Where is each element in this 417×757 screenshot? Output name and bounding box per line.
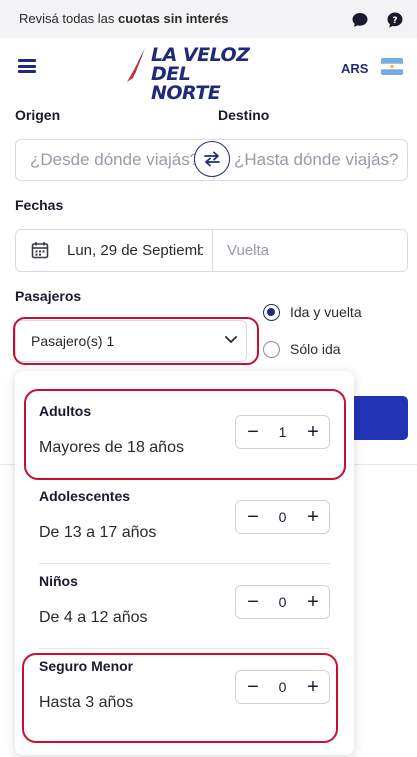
stepper-value: 0: [278, 594, 287, 610]
stepper-value: 0: [278, 679, 287, 695]
logo-line-2: DEL NORTE: [151, 63, 221, 104]
increment-button[interactable]: +: [298, 586, 328, 618]
argentina-flag-icon[interactable]: [381, 58, 403, 75]
radio-round-trip-label: Ida y vuelta: [290, 304, 362, 320]
passenger-type-subtitle: Hasta 3 años: [39, 694, 134, 711]
promo-bar: Revisá todas las cuotas sin interés ?: [0, 0, 417, 38]
decrement-button[interactable]: −: [238, 671, 268, 703]
departure-date-input[interactable]: Lun, 29 de Septiembre: [67, 230, 203, 271]
swap-route-button[interactable]: [194, 141, 230, 177]
infant-insurance-stepper: − 0 +: [235, 670, 330, 704]
return-date-input[interactable]: Vuelta: [227, 230, 269, 271]
trip-option-oneway[interactable]: Sólo ida: [263, 339, 341, 359]
radio-round-trip[interactable]: [263, 303, 280, 321]
chevron-down-icon: [225, 336, 237, 343]
teens-stepper: − 0 +: [235, 500, 330, 534]
logo-mark-icon: [127, 48, 145, 82]
destination-input[interactable]: ¿Hasta dónde viajás?: [234, 140, 402, 180]
currency-selector[interactable]: ARS: [341, 61, 368, 76]
passenger-type-subtitle: Mayores de 18 años: [39, 439, 184, 456]
stepper-value: 1: [278, 424, 287, 440]
origin-label: Origen: [15, 107, 61, 123]
decrement-button[interactable]: −: [238, 586, 268, 618]
passenger-type-title: Niños: [39, 573, 78, 589]
passengers-dropdown: Adultos Mayores de 18 años − 1 + Adolesc…: [15, 371, 354, 755]
menu-icon[interactable]: [18, 59, 36, 73]
radio-one-way-label: Sólo ida: [290, 341, 341, 357]
passenger-type-subtitle: De 4 a 12 años: [39, 609, 148, 626]
increment-button[interactable]: +: [298, 416, 328, 448]
passenger-row-adults: Adultos Mayores de 18 años − 1 +: [39, 394, 330, 479]
passenger-row-children: Niños De 4 a 12 años − 0 +: [39, 564, 330, 649]
stepper-value: 0: [278, 509, 287, 525]
svg-text:?: ?: [392, 16, 397, 26]
trip-option-round[interactable]: Ida y vuelta: [263, 302, 362, 322]
swap-arrows-icon: [204, 151, 220, 167]
passengers-label: Pasajeros: [15, 288, 82, 304]
promo-text[interactable]: Revisá todas las cuotas sin interés: [19, 11, 229, 26]
passenger-row-teens: Adolescentes De 13 a 17 años − 0 +: [39, 479, 330, 564]
increment-button[interactable]: +: [298, 671, 328, 703]
calendar-icon: [31, 242, 49, 259]
help-icon[interactable]: ?: [386, 11, 404, 29]
adults-stepper: − 1 +: [235, 415, 330, 449]
passengers-select[interactable]: Pasajero(s) 1: [15, 320, 247, 362]
radio-one-way[interactable]: [263, 340, 280, 358]
passenger-type-title: Adolescentes: [39, 488, 131, 504]
origin-input[interactable]: ¿Desde dónde viajás?: [30, 140, 206, 180]
promo-text-prefix: Revisá todas las: [19, 11, 118, 26]
passengers-select-value: Pasajero(s) 1: [31, 333, 115, 349]
passenger-type-title: Adultos: [39, 403, 92, 419]
date-divider: [212, 230, 213, 271]
dates-label: Fechas: [15, 197, 64, 213]
children-stepper: − 0 +: [235, 585, 330, 619]
increment-button[interactable]: +: [298, 501, 328, 533]
brand-logo[interactable]: LA VELOZ DEL NORTE: [125, 46, 260, 103]
promo-text-bold: cuotas sin interés: [118, 11, 229, 26]
passenger-type-subtitle: De 13 a 17 años: [39, 524, 157, 541]
chat-icon[interactable]: [351, 11, 369, 29]
passenger-row-infant-insurance: Seguro Menor Hasta 3 años − 0 +: [39, 649, 330, 734]
date-fields: Lun, 29 de Septiembre Vuelta: [15, 229, 408, 272]
passenger-type-title: Seguro Menor: [39, 658, 134, 674]
decrement-button[interactable]: −: [238, 416, 268, 448]
destination-label: Destino: [218, 107, 270, 123]
decrement-button[interactable]: −: [238, 501, 268, 533]
